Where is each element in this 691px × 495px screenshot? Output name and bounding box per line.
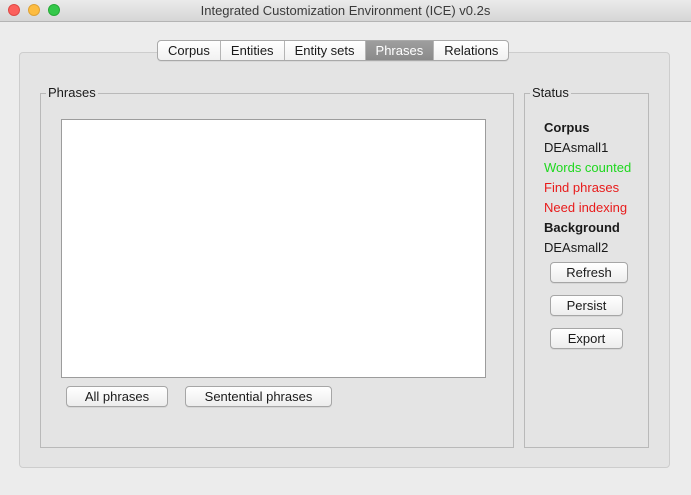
phrases-group: Phrases All phrases Sentential phrases <box>40 85 514 448</box>
tab-relations[interactable]: Relations <box>433 41 508 60</box>
tab-entity-sets[interactable]: Entity sets <box>283 41 365 60</box>
phrases-list[interactable] <box>61 119 486 378</box>
background-name: DEAsmall2 <box>544 240 609 255</box>
corpus-name: DEAsmall1 <box>544 140 609 155</box>
corpus-heading: Corpus <box>544 120 590 135</box>
tab-corpus[interactable]: Corpus <box>158 41 220 60</box>
need-indexing-status: Need indexing <box>544 200 628 215</box>
title-bar: Integrated Customization Environment (IC… <box>0 0 691 22</box>
find-phrases-status: Find phrases <box>544 180 620 195</box>
refresh-button[interactable]: Refresh <box>550 262 628 283</box>
status-group: Status Corpus DEAsmall1 Words counted Fi… <box>524 85 649 448</box>
tab-phrases[interactable]: Phrases <box>364 41 434 60</box>
words-counted-status: Words counted <box>544 160 632 175</box>
window-title: Integrated Customization Environment (IC… <box>200 3 491 18</box>
status-group-label: Status <box>530 85 571 100</box>
sentential-phrases-button[interactable]: Sentential phrases <box>185 386 332 407</box>
tab-entities[interactable]: Entities <box>219 41 284 60</box>
export-button[interactable]: Export <box>550 328 623 349</box>
background-heading: Background <box>544 220 620 235</box>
tab-bar: Corpus Entities Entity sets Phrases Rela… <box>157 40 510 61</box>
all-phrases-button[interactable]: All phrases <box>66 386 168 407</box>
persist-button[interactable]: Persist <box>550 295 623 316</box>
phrases-group-label: Phrases <box>46 85 98 100</box>
